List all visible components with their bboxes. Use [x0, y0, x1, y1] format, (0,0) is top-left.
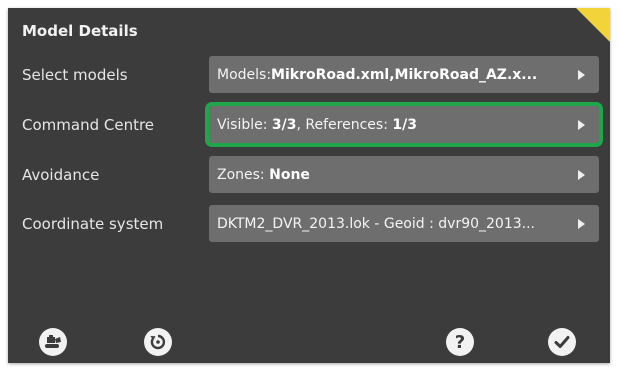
coordinate-system-label: Coordinate system [22, 215, 164, 233]
select-models-value: Models:MikroRoad.xml,MikroRoad_AZ.x... [217, 66, 538, 83]
avoidance-value: Zones: None [217, 166, 310, 183]
command-centre-value: Visible: 3/3, References: 1/3 [217, 116, 417, 133]
reset-icon[interactable] [144, 328, 172, 356]
help-icon[interactable]: ? [446, 328, 474, 356]
model-details-panel: Model Details Select models Models:Mikro… [8, 8, 610, 363]
chevron-right-icon [578, 69, 585, 80]
coordinate-system-field[interactable]: DKTM2_DVR_2013.lok - Geoid : dvr90_2013.… [209, 205, 599, 242]
select-models-field[interactable]: Models:MikroRoad.xml,MikroRoad_AZ.x... [209, 56, 599, 93]
avoidance-label: Avoidance [22, 166, 100, 184]
chevron-right-icon [578, 169, 585, 180]
corner-flag [576, 8, 610, 42]
avoidance-field[interactable]: Zones: None [209, 156, 599, 193]
command-centre-field[interactable]: Visible: 3/3, References: 1/3 [205, 102, 603, 147]
machine-icon[interactable] [39, 328, 67, 356]
chevron-right-icon [578, 218, 585, 229]
confirm-icon[interactable] [548, 328, 576, 356]
page-title: Model Details [22, 22, 138, 40]
command-centre-label: Command Centre [22, 116, 155, 134]
chevron-right-icon [578, 119, 585, 130]
coordinate-system-value: DKTM2_DVR_2013.lok - Geoid : dvr90_2013.… [217, 215, 535, 232]
select-models-label: Select models [22, 66, 128, 84]
footer-toolbar: ? [8, 321, 610, 363]
help-label: ? [454, 331, 466, 353]
